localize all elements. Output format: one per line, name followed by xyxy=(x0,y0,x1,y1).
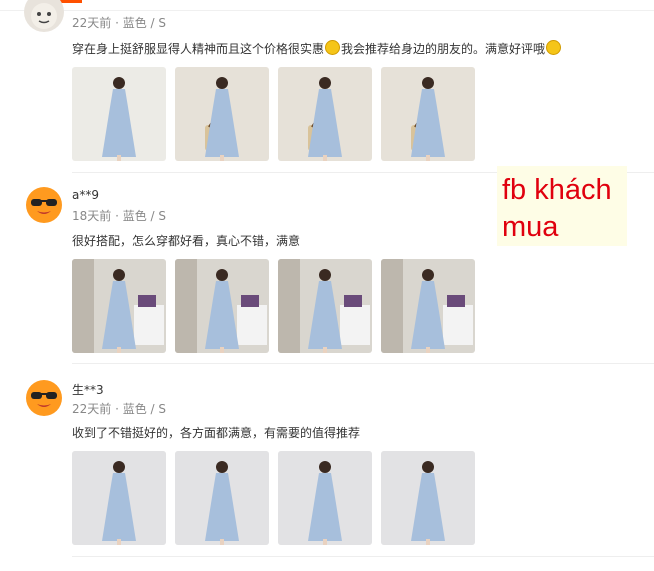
review-text: 穿在身上挺舒服显得人精神而且这个价格很实惠 xyxy=(72,42,325,56)
review-photo[interactable] xyxy=(278,451,372,545)
review-content: 很好搭配，怎么穿都好看，真心不错，满意 xyxy=(72,234,301,248)
review-content: 收到了不错挺好的，各方面都满意，有需要的值得推荐 xyxy=(72,426,361,440)
overlay-note: fb khách mua xyxy=(497,166,627,246)
photo-list xyxy=(72,67,475,161)
review-photo[interactable] xyxy=(381,67,475,161)
emoji-icon xyxy=(546,40,562,55)
review-photo[interactable] xyxy=(278,67,372,161)
divider xyxy=(72,556,654,557)
username[interactable]: 生**3 xyxy=(72,381,104,398)
photo-list xyxy=(72,451,475,545)
review-meta: 22天前 · 蓝色 / S xyxy=(72,16,167,30)
review-photo[interactable] xyxy=(175,259,269,353)
photo-list xyxy=(72,259,475,353)
review-content: 穿在身上挺舒服显得人精神而且这个价格很实惠 我会推荐给身边的朋友的。满意好评哦 xyxy=(72,40,562,57)
review-meta: 22天前 · 蓝色 / S xyxy=(72,402,167,416)
divider xyxy=(72,363,654,364)
review-text: 我会推荐给身边的朋友的。满意好评哦 xyxy=(341,42,546,56)
avatar[interactable] xyxy=(24,184,64,224)
emoji-icon xyxy=(325,40,341,55)
review-photo[interactable] xyxy=(72,451,166,545)
review-photo[interactable] xyxy=(72,67,166,161)
divider xyxy=(0,10,654,11)
review-photo[interactable] xyxy=(381,259,475,353)
review-photo[interactable] xyxy=(278,259,372,353)
review-photo[interactable] xyxy=(175,451,269,545)
username[interactable]: a**9 xyxy=(72,188,99,202)
avatar[interactable] xyxy=(24,377,64,417)
review-photo[interactable] xyxy=(175,67,269,161)
review-meta: 18天前 · 蓝色 / S xyxy=(72,209,167,223)
review-photo[interactable] xyxy=(72,259,166,353)
review-photo[interactable] xyxy=(381,451,475,545)
avatar[interactable] xyxy=(24,0,64,32)
